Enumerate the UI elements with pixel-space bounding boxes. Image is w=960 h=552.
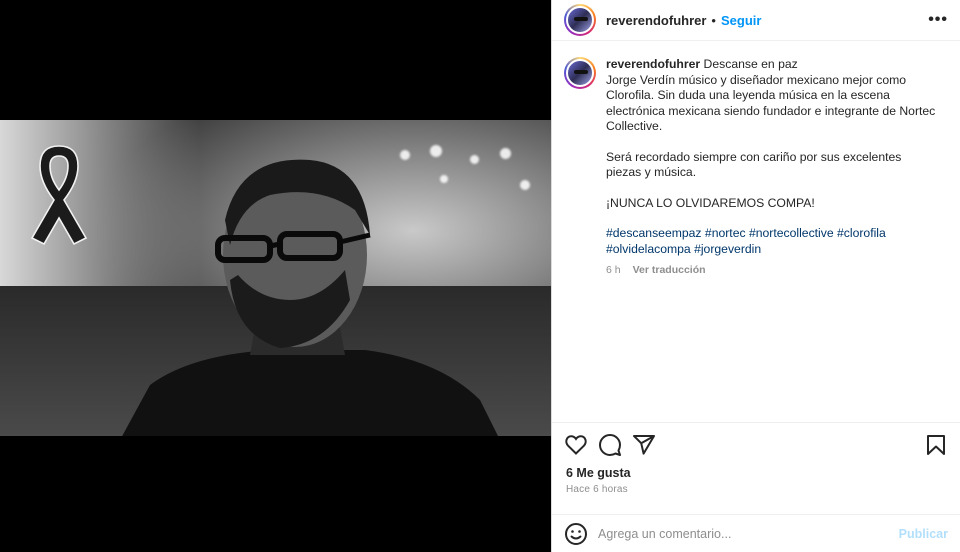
- post-actions: [552, 422, 960, 466]
- photo-bokeh: [520, 180, 530, 190]
- caption-body: reverendofuhrer Descanse en paz Jorge Ve…: [606, 57, 936, 422]
- bookmark-icon[interactable]: [924, 433, 948, 457]
- post-comment-button[interactable]: Publicar: [899, 527, 948, 541]
- like-count[interactable]: 6 Me gusta: [552, 466, 960, 484]
- header-username[interactable]: reverendofuhrer: [606, 13, 706, 28]
- post-sidebar: reverendofuhrer • Seguir ••• reverendofu…: [551, 0, 960, 552]
- caption-paragraph-2: Será recordado siempre con cariño por su…: [606, 149, 902, 180]
- emoji-icon[interactable]: [564, 522, 588, 546]
- avatar-image: [566, 6, 594, 34]
- more-horizontal-icon[interactable]: •••: [928, 11, 948, 29]
- share-icon[interactable]: [632, 433, 656, 457]
- caption-hashtags-2[interactable]: #olvidelacompa #jorgeverdin: [606, 242, 936, 258]
- heart-icon[interactable]: [564, 433, 588, 457]
- caption-time[interactable]: 6 h: [606, 264, 621, 276]
- comment-icon[interactable]: [598, 433, 622, 457]
- photo-bokeh: [500, 148, 511, 159]
- post-header: reverendofuhrer • Seguir •••: [552, 0, 960, 41]
- caption-hashtags-1[interactable]: #descanseempaz #nortec #nortecollective …: [606, 226, 936, 242]
- translate-link[interactable]: Ver traducción: [633, 264, 706, 276]
- instagram-post-view: reverendofuhrer • Seguir ••• reverendofu…: [0, 0, 960, 552]
- caption-avatar[interactable]: [564, 57, 596, 89]
- caption-paragraph-3: ¡NUNCA LO OLVIDAREMOS COMPA!: [606, 195, 815, 210]
- comment-bar: Publicar: [552, 514, 960, 552]
- avatar[interactable]: [564, 4, 596, 36]
- caption-meta: 6 h Ver traducción: [606, 263, 936, 279]
- avatar-image: [566, 59, 594, 87]
- caption-paragraph-1: Jorge Verdín músico y diseñador mexicano…: [606, 72, 936, 134]
- caption-username[interactable]: reverendofuhrer: [606, 57, 700, 71]
- photo-person: [122, 159, 498, 436]
- header-separator: •: [711, 12, 716, 28]
- post-media[interactable]: [0, 0, 551, 552]
- caption-first-line: Descanse en paz: [703, 57, 798, 71]
- posted-ago[interactable]: Hace 6 horas: [552, 484, 960, 514]
- mourning-ribbon-icon: [30, 145, 88, 246]
- comment-input[interactable]: [598, 526, 899, 541]
- post-caption: reverendofuhrer Descanse en paz Jorge Ve…: [552, 41, 960, 422]
- follow-button[interactable]: Seguir: [721, 13, 761, 28]
